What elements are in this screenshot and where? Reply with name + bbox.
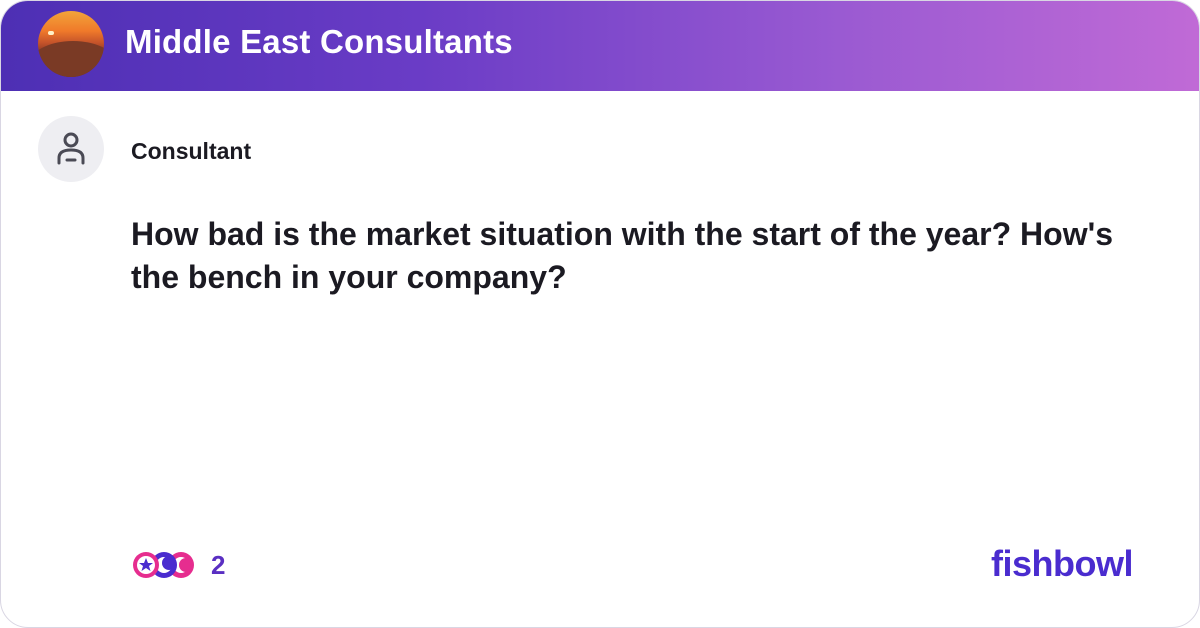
star-reaction-icon xyxy=(133,552,159,578)
post-text: How bad is the market situation with the… xyxy=(131,216,1113,295)
post-card: Middle East Consultants Consultant How b… xyxy=(0,0,1200,628)
dune-shape xyxy=(38,41,104,77)
fishbowl-logo[interactable]: fishbowl xyxy=(991,543,1134,585)
reaction-icons xyxy=(131,548,199,582)
author-avatar xyxy=(38,116,104,182)
reaction-count: 2 xyxy=(211,549,226,580)
group-avatar[interactable] xyxy=(38,11,104,77)
group-header: Middle East Consultants xyxy=(1,1,1199,91)
group-title[interactable]: Middle East Consultants xyxy=(125,23,513,61)
reactions[interactable]: 2 xyxy=(131,547,225,583)
user-icon xyxy=(57,132,85,165)
sun-shape xyxy=(48,31,54,35)
author-label: Consultant xyxy=(131,138,252,164)
